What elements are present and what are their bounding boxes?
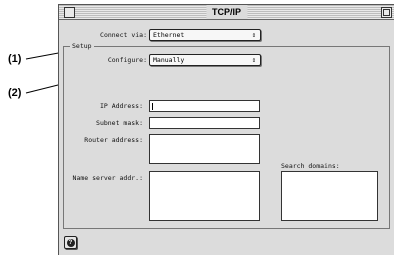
window-title: TCP/IP — [205, 5, 248, 19]
title-bar[interactable]: TCP/IP — [59, 5, 394, 20]
configure-label: Configure: — [107, 56, 147, 64]
connect-via-label: Connect via: — [100, 31, 147, 39]
tcpip-window: TCP/IP Connect via: Ethernet ⇕ Setup Con… — [58, 4, 394, 255]
ip-address-label: IP Address: — [99, 102, 143, 110]
popup-arrows-icon: ⇕ — [251, 31, 256, 39]
help-button[interactable]: ? — [64, 236, 77, 249]
zoom-box-icon[interactable] — [381, 7, 392, 18]
setup-group-label: Setup — [70, 42, 94, 51]
subnet-mask-field[interactable] — [149, 117, 260, 129]
search-domains-field[interactable] — [281, 171, 378, 221]
help-icon: ? — [66, 238, 75, 247]
connect-via-popup[interactable]: Ethernet ⇕ — [149, 29, 261, 41]
router-address-label: Router address: — [84, 136, 143, 144]
subnet-mask-label: Subnet mask: — [96, 119, 143, 127]
name-server-label: Name server addr.: — [72, 174, 143, 182]
text-cursor — [152, 103, 153, 110]
close-box-icon[interactable] — [64, 7, 75, 18]
search-domains-label: Search domains: — [281, 162, 340, 170]
router-address-field[interactable] — [149, 134, 260, 164]
configure-value: Manually — [153, 56, 185, 64]
popup-arrows-icon: ⇕ — [251, 56, 256, 64]
connect-via-value: Ethernet — [153, 31, 185, 39]
ip-address-field[interactable] — [149, 100, 260, 112]
name-server-field[interactable] — [149, 171, 260, 221]
configure-popup[interactable]: Manually ⇕ — [149, 54, 261, 66]
